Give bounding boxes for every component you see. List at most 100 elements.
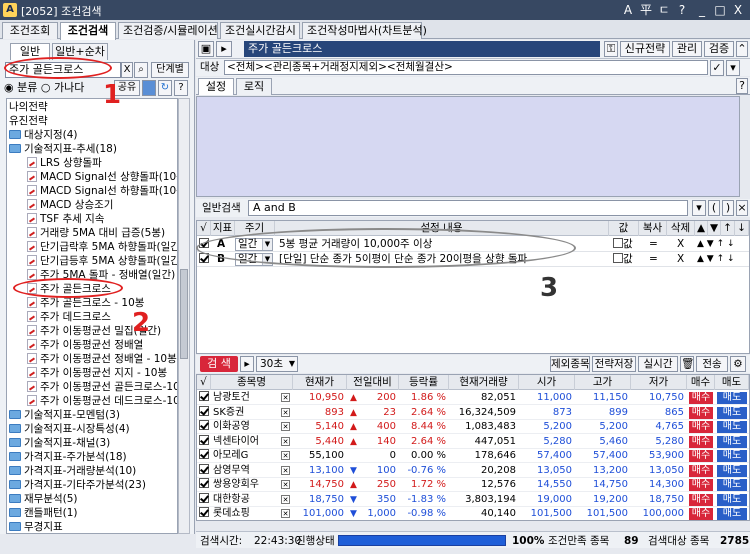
play-icon[interactable]: ▸ — [240, 356, 254, 372]
verify-button[interactable]: 검증 — [704, 41, 734, 57]
chart-icon[interactable]: ✕ — [281, 391, 293, 405]
interval-select[interactable]: 30초 ▼ — [256, 356, 298, 372]
wrench-icon[interactable]: ⚙ — [730, 356, 746, 372]
stock-name[interactable]: SK증권 — [213, 406, 281, 420]
row-checkbox[interactable] — [199, 391, 211, 405]
buy-button[interactable]: 매수 — [689, 479, 713, 491]
buy-button[interactable]: 매수 — [689, 392, 713, 404]
sell-button[interactable]: 매도 — [717, 435, 747, 448]
stock-name[interactable]: 넥센타이어 — [213, 435, 281, 449]
sell-button[interactable]: 매도 — [717, 450, 747, 462]
trash-icon[interactable]: 🗑 — [680, 356, 694, 372]
target-dropdown-icon[interactable]: ▾ — [726, 60, 740, 76]
delete-button[interactable]: X — [677, 252, 691, 267]
table-row[interactable]: 남광토건 ✕ 10,950 ▲ 200 1.86 % 82,051 11,000 11,150 1… — [197, 391, 749, 405]
table-row[interactable]: 대한항공 ✕ 18,750 ▼ 350 -1.83 % 3,803,194 19,000 19,… — [197, 492, 749, 507]
stock-name[interactable]: 이화공영 — [213, 420, 281, 434]
table-row[interactable]: 롯데쇼핑 ✕ 101,000 ▼ 1,000 -0.98 % 40,140 101,500 10… — [197, 507, 749, 520]
table-row[interactable]: 삼영무역 ✕ 13,100 ▼ 100 -0.76 % 20,208 13,050 13,200… — [197, 463, 749, 478]
paren-open-button[interactable]: ( — [708, 200, 720, 216]
table-row[interactable]: 아모레G ✕ 55,100 0 0.00 % 178,646 57,400 57,400 53,… — [197, 449, 749, 463]
buy-button[interactable]: 매수 — [689, 406, 713, 419]
row-checkbox[interactable] — [199, 478, 211, 492]
stock-name[interactable]: 대한항공 — [213, 493, 281, 507]
chart-icon[interactable]: ✕ — [281, 420, 293, 434]
tab-condition-search[interactable]: 조건검색 — [60, 22, 116, 40]
search-icon[interactable]: ⌕ — [134, 62, 148, 78]
stock-name[interactable]: 롯데쇼핑 — [213, 507, 281, 520]
row-checkbox[interactable] — [199, 463, 211, 478]
chart-icon[interactable]: ✕ — [281, 406, 293, 420]
confirm-check-icon[interactable]: ✓ — [710, 60, 724, 76]
tab-settings[interactable]: 설정 — [198, 78, 234, 95]
move-arrows[interactable]: ▲ ▼ ↑ ↓ — [697, 252, 747, 267]
tab-condition-simulation[interactable]: 조건검증/시뮬레이션 — [118, 22, 218, 39]
sell-button[interactable]: 매도 — [717, 406, 747, 419]
tree-scrollbar[interactable] — [178, 98, 190, 534]
new-strategy-button[interactable]: 신규전략 — [620, 41, 670, 57]
buy-button[interactable]: 매수 — [689, 493, 713, 506]
table-row[interactable]: SK증권 ✕ 893 ▲ 23 2.64 % 16,324,509 873 899 865 매수 매도 — [197, 405, 749, 420]
minimize-button[interactable]: _ — [694, 2, 710, 18]
delete-button[interactable]: X — [677, 237, 691, 252]
link-button[interactable]: ㄷ — [656, 2, 672, 18]
buy-button[interactable]: 매수 — [689, 435, 713, 448]
target-input[interactable]: <전체><관리종목+거래정지제외><전체월결산> — [224, 60, 708, 75]
clear-button[interactable]: X — [121, 62, 133, 78]
stock-name[interactable]: 남광토건 — [213, 391, 281, 405]
row-checkbox[interactable] — [199, 420, 211, 434]
table-row[interactable]: 이화공영 ✕ 5,140 ▲ 400 8.44 % 1,083,483 5,200 5,200 4… — [197, 420, 749, 434]
chart-icon[interactable]: ✕ — [281, 507, 293, 520]
move-arrows[interactable]: ▲ ▼ ↑ ↓ — [697, 237, 747, 252]
buy-button[interactable]: 매수 — [689, 421, 713, 433]
realtime-button[interactable]: 실시간 — [638, 356, 678, 372]
help-button[interactable]: ? — [674, 2, 690, 18]
exclude-button[interactable]: 제외종목 — [550, 356, 590, 372]
sell-button[interactable]: 매도 — [717, 508, 747, 520]
sell-button[interactable]: 매도 — [717, 493, 747, 506]
collapse-icon[interactable]: ⌃ — [736, 41, 748, 57]
chart-icon[interactable]: ✕ — [281, 449, 293, 463]
tab-realtime-watch[interactable]: 조건실시간감시 — [220, 22, 300, 39]
row-checkbox[interactable] — [199, 449, 211, 463]
tree-folder[interactable]: 무경지표 — [9, 519, 63, 533]
tab-condition-query[interactable]: 조건조회 — [2, 22, 58, 39]
row-checkbox[interactable] — [199, 405, 211, 420]
help-icon[interactable]: ? — [736, 78, 748, 94]
expand-icon[interactable]: ▸ — [216, 41, 232, 57]
option-a-button[interactable]: A — [620, 2, 636, 18]
general-search-input[interactable]: A and B — [248, 200, 688, 216]
stock-name[interactable]: 쌍용양회우 — [213, 478, 281, 492]
buy-button[interactable]: 매수 — [689, 464, 713, 477]
search-button[interactable]: 검 색 — [200, 356, 238, 372]
formula-dropdown-icon[interactable]: ▾ — [692, 200, 706, 216]
sell-button[interactable]: 매도 — [717, 421, 747, 433]
new-window-icon[interactable]: ▣ — [198, 41, 214, 57]
row-checkbox[interactable] — [199, 492, 211, 507]
tab-logic[interactable]: 로직 — [236, 78, 272, 95]
paren-close-button[interactable]: ) — [722, 200, 734, 216]
chart-icon[interactable]: ✕ — [281, 464, 293, 478]
table-row[interactable]: 쌍용양회우 ✕ 14,750 ▲ 250 1.72 % 12,576 14,550 14,750… — [197, 478, 749, 492]
tab-condition-wizard[interactable]: 조건작성마법사(차트분석) — [302, 22, 427, 39]
step-button[interactable]: 단계별 — [151, 62, 189, 78]
chart-icon[interactable]: ✕ — [281, 435, 293, 449]
row-checkbox[interactable] — [199, 434, 211, 449]
chart-icon[interactable]: ✕ — [281, 493, 293, 507]
save-icon[interactable] — [142, 80, 156, 96]
pin-button[interactable]: 平 — [638, 2, 654, 18]
close-button[interactable]: X — [730, 2, 746, 18]
refresh-icon[interactable]: ↻ — [158, 80, 172, 96]
stock-name[interactable]: 아모레G — [213, 449, 281, 463]
copy-button[interactable]: = — [649, 252, 665, 267]
copy-button[interactable]: = — [649, 237, 665, 252]
scroll-thumb[interactable] — [180, 269, 188, 359]
manage-button[interactable]: 관리 — [672, 41, 702, 57]
radio-alpha[interactable]: ○ — [41, 81, 54, 94]
save-strategy-button[interactable]: 전략저장 — [592, 356, 636, 372]
sell-button[interactable]: 매도 — [717, 392, 747, 404]
chart-icon[interactable]: ✕ — [281, 478, 293, 492]
lock-icon[interactable]: ⚿ — [604, 41, 618, 57]
buy-button[interactable]: 매수 — [689, 450, 713, 462]
maximize-button[interactable]: □ — [712, 2, 728, 18]
